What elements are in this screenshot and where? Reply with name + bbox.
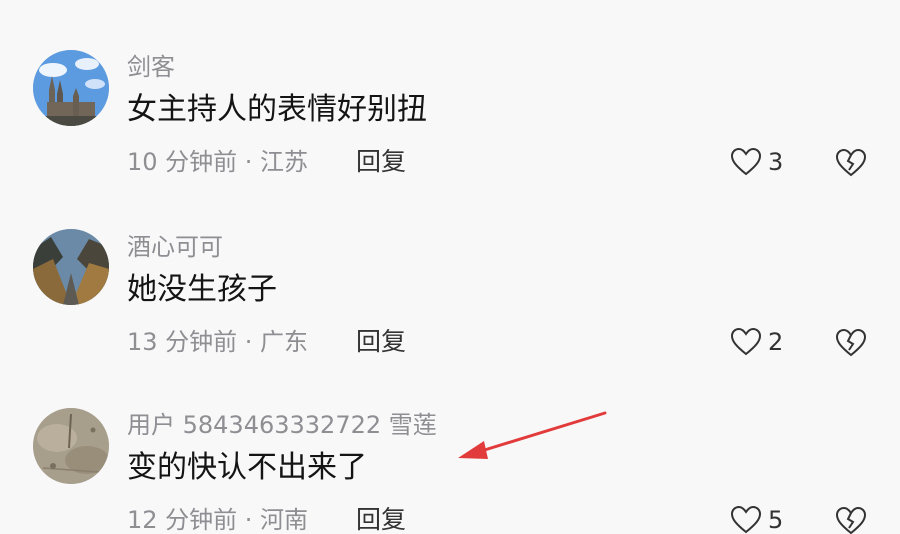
avatar[interactable] — [33, 229, 109, 305]
annotation-arrow-icon — [458, 411, 607, 459]
comment-item: 用户 5843463332722 雪莲 变的快认不出来了 12 分钟前 · 河南… — [0, 0, 900, 534]
comment-text: 变的快认不出来了 — [127, 450, 367, 485]
heart-outline-icon — [730, 327, 762, 356]
comment-username[interactable]: 用户 5843463332722 雪莲 — [127, 410, 437, 440]
like-count: 2 — [768, 328, 784, 356]
dislike-button[interactable] — [834, 505, 868, 534]
reply-button[interactable]: 回复 — [356, 327, 406, 357]
heart-outline-icon — [730, 505, 762, 534]
like-count: 5 — [768, 506, 784, 534]
reply-button[interactable]: 回复 — [356, 505, 406, 534]
broken-heart-icon — [835, 506, 867, 534]
avatar[interactable] — [33, 408, 109, 484]
like-button[interactable]: 2 — [730, 326, 783, 358]
dislike-button[interactable] — [834, 327, 868, 359]
comment-time-location: 12 分钟前 · 河南 — [127, 506, 309, 534]
avatar-ground-image — [33, 408, 109, 484]
comment-text: 她没生孩子 — [127, 272, 277, 307]
comment-username[interactable]: 酒心可可 — [127, 232, 223, 262]
broken-heart-icon — [835, 328, 867, 357]
avatar-valley-image — [33, 229, 109, 305]
comment-time-location: 13 分钟前 · 广东 — [127, 328, 309, 356]
like-button[interactable]: 5 — [730, 504, 783, 534]
